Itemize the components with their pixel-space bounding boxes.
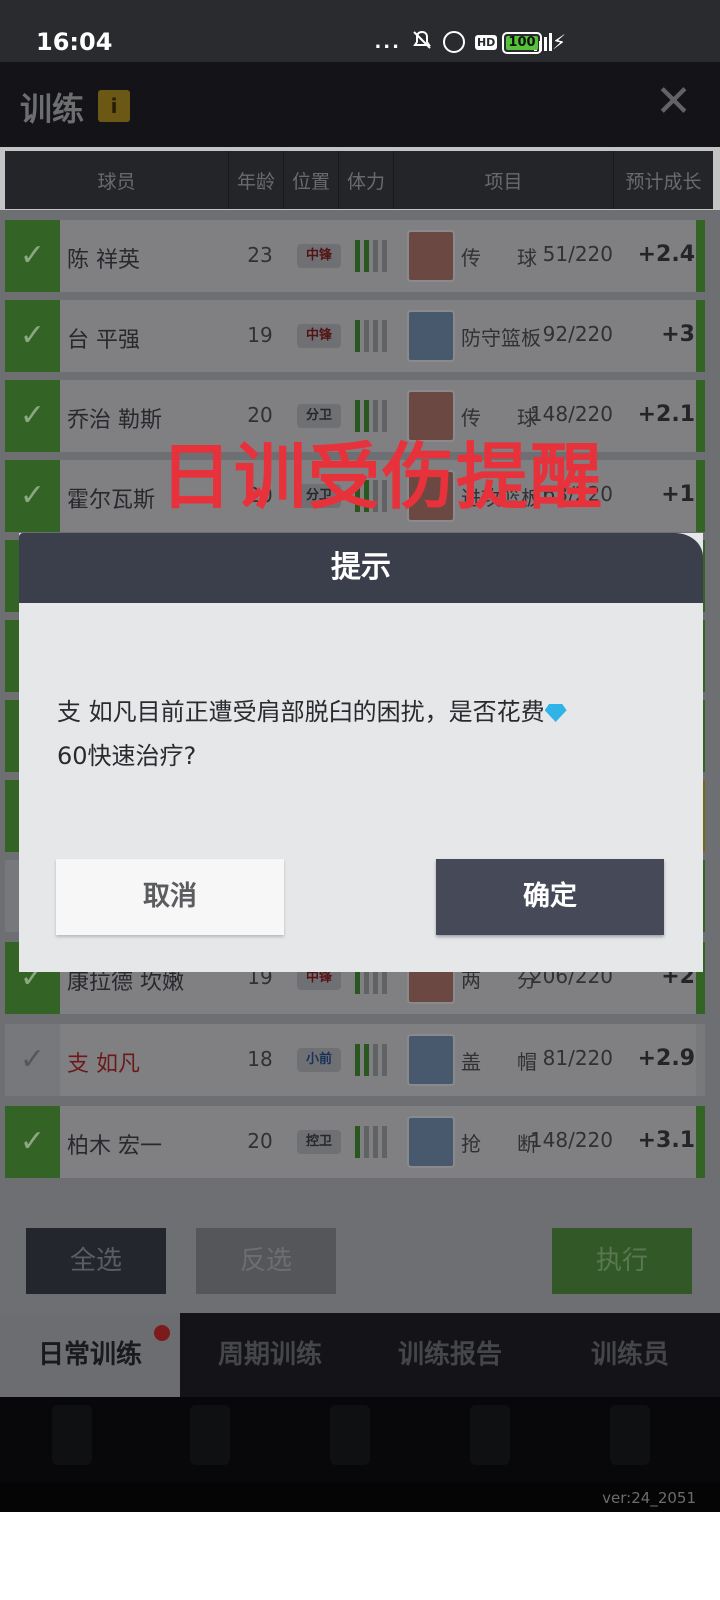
watermark-text: 日训受伤提醒	[160, 435, 605, 519]
more-dots-icon: ...	[374, 31, 401, 53]
message-text: 支 如凡目前正遭受肩部脱臼的困扰，是否花费	[57, 698, 545, 726]
diamond-icon	[544, 704, 567, 722]
version-label: ver:24_2051	[602, 1489, 696, 1507]
battery-level: 100	[506, 36, 538, 50]
dialog-message: 支 如凡目前正遭受肩部脱臼的困扰，是否花费 60快速治疗?	[57, 690, 667, 778]
cancel-button[interactable]: 取消	[56, 859, 284, 935]
bell-off-icon	[411, 29, 433, 56]
status-bar: 16:04 ... HD 4G 100 ⚡	[0, 0, 720, 62]
charging-icon: ⚡	[552, 30, 567, 54]
alarm-icon	[442, 31, 465, 53]
battery-icon: 100	[502, 32, 542, 54]
message-text: 60快速治疗?	[57, 742, 197, 770]
confirm-dialog: 提示 支 如凡目前正遭受肩部脱臼的困扰，是否花费 60快速治疗? 取消 确定	[19, 533, 703, 972]
status-time: 16:04	[36, 28, 113, 56]
confirm-button[interactable]: 确定	[436, 859, 664, 935]
hd-icon: HD	[474, 34, 498, 50]
dialog-header: 提示	[19, 533, 703, 603]
dialog-title: 提示	[331, 550, 391, 585]
